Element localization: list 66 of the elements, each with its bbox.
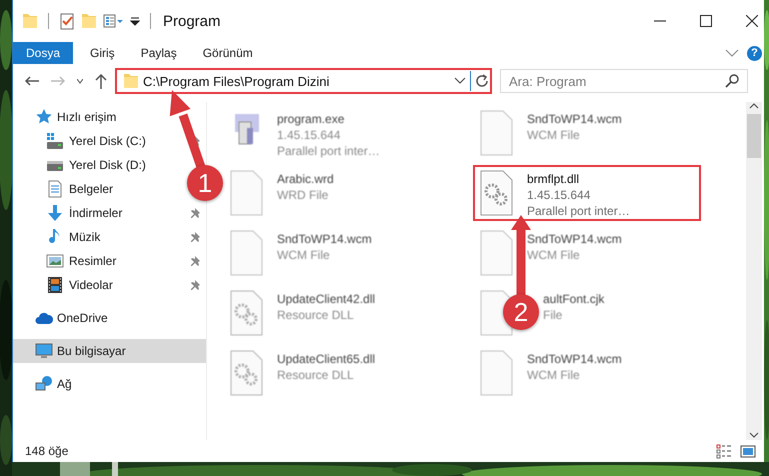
ribbon-tab[interactable]: Giriş <box>77 42 128 64</box>
address-bar[interactable]: C:\Program Files\Program Dizini <box>115 68 492 94</box>
document-icon <box>46 180 64 198</box>
item-count: 148 öğe <box>25 444 68 458</box>
scrollbar[interactable] <box>746 102 762 440</box>
file-detail: Parallel port inter… <box>277 143 380 159</box>
sidebar-item[interactable]: Müzik <box>13 225 206 249</box>
sidebar-item[interactable]: OneDrive <box>13 306 114 330</box>
file-detail: Parallel port inter… <box>527 203 630 219</box>
pin-icon[interactable] <box>191 279 202 290</box>
file-detail: WCM File <box>527 247 580 263</box>
network-icon <box>35 375 53 393</box>
file-detail: WCM File <box>527 367 580 383</box>
dropdown-chevron-icon[interactable] <box>454 77 466 85</box>
maximize-icon[interactable] <box>700 15 712 27</box>
ribbon-tab[interactable]: Görünüm <box>190 42 266 64</box>
file-detail: 1.45.15.644 <box>277 127 340 143</box>
pictures-icon <box>46 252 64 270</box>
computer-icon <box>35 342 53 360</box>
expand-ribbon-icon[interactable] <box>725 49 739 57</box>
details-view-icon[interactable] <box>716 444 732 458</box>
sidebar-item[interactable]: Yerel Disk (D:) <box>13 153 152 177</box>
file-detail: WRD File <box>277 187 328 203</box>
file-detail: WCM File <box>527 127 580 143</box>
customize-caret-icon[interactable] <box>130 16 140 26</box>
file-menu-button[interactable]: Dosya <box>13 42 74 64</box>
file-detail: File <box>543 307 562 323</box>
gear-file-icon[interactable] <box>229 290 265 336</box>
dropdown-caret-icon[interactable] <box>77 78 83 84</box>
star-icon <box>35 108 53 126</box>
download-arrow-icon <box>46 204 64 222</box>
scroll-thumb[interactable] <box>747 114 761 158</box>
back-arrow-icon[interactable] <box>25 76 39 86</box>
gear-file-icon[interactable] <box>479 170 515 216</box>
window-title: Program <box>163 12 221 30</box>
file-detail: Resource DLL <box>277 307 354 323</box>
sidebar-item[interactable]: Belgeler <box>13 177 120 201</box>
close-icon[interactable] <box>746 15 758 27</box>
properties-icon[interactable] <box>103 12 124 30</box>
scroll-down-icon[interactable] <box>749 430 759 440</box>
pin-icon[interactable] <box>191 207 202 218</box>
gear-file-icon[interactable] <box>229 350 265 396</box>
pin-icon[interactable] <box>191 231 202 242</box>
ribbon-tab[interactable]: Paylaş <box>128 42 190 64</box>
file-detail: Resource DLL <box>277 367 354 383</box>
search-icon[interactable] <box>725 74 739 88</box>
search-field[interactable]: Ara: Program <box>500 69 748 93</box>
sidebar-item[interactable]: İndirmeler <box>13 201 206 225</box>
sidebar-item[interactable]: Hızlı erişim <box>13 105 122 129</box>
refresh-icon[interactable] <box>475 74 490 88</box>
up-arrow-icon[interactable] <box>95 74 107 88</box>
sidebar-item[interactable]: Videolar <box>13 273 206 297</box>
drive-icon <box>46 132 64 150</box>
file-detail: 1.45.15.644 <box>527 187 590 203</box>
sidebar-item[interactable]: Resimler <box>13 249 206 273</box>
forward-arrow-icon[interactable] <box>51 76 65 86</box>
sidebar-item-selected[interactable]: Bu bilgisayar <box>13 339 206 363</box>
file-name[interactable]: brmflpt.dll <box>527 171 580 187</box>
checklist-icon[interactable] <box>59 12 75 30</box>
help-button[interactable]: ? <box>747 46 762 60</box>
tiles-view-icon[interactable] <box>740 444 756 458</box>
folder-icon <box>123 72 139 90</box>
file-detail: WCM File <box>277 247 330 263</box>
film-icon <box>46 276 64 294</box>
pin-icon[interactable] <box>191 255 202 266</box>
sidebar-item[interactable]: Ağ <box>13 372 78 396</box>
